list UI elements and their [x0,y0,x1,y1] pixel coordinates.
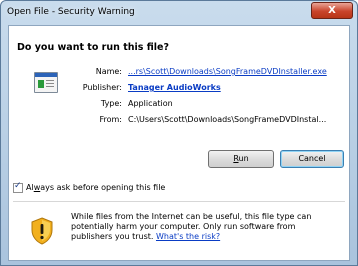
cancel-button[interactable]: Cancel [280,150,344,168]
file-name-link[interactable]: ...rs\Scott\Downloads\SongFrameDVDInstal… [128,67,327,76]
whats-the-risk-link[interactable]: What's the risk? [156,232,220,241]
dialog-body: Do you want to run this file? Name: ...r… [8,25,350,261]
publisher-link[interactable]: Tanager AudioWorks [128,83,221,92]
security-shield-icon [31,217,53,245]
dialog-heading: Do you want to run this file? [17,42,169,53]
publisher-label: Publisher: [82,83,122,92]
window-title: Open File - Security Warning [7,7,135,17]
warning-message: While files from the Internet can be use… [71,212,339,242]
always-ask-checkbox[interactable]: ✓ [13,181,23,193]
always-ask-label[interactable]: Always ask before opening this file [26,183,165,192]
checkmark-icon: ✓ [14,181,22,191]
close-button[interactable]: X [311,2,353,19]
security-warning-dialog: Open File - Security Warning X Do you wa… [0,0,358,266]
run-button-label: un [238,154,249,163]
cancel-button-label: Cancel [298,154,326,163]
close-icon: X [328,5,336,16]
application-file-icon [34,72,58,93]
section-divider [13,201,345,202]
run-button[interactable]: Run [208,150,274,168]
name-label: Name: [95,67,122,76]
from-label: From: [99,115,122,124]
type-value: Application [128,99,173,108]
title-bar[interactable]: Open File - Security Warning X [1,1,357,25]
from-value: C:\Users\Scott\Downloads\SongFrameDVDIns… [128,115,327,124]
type-label: Type: [100,99,122,108]
